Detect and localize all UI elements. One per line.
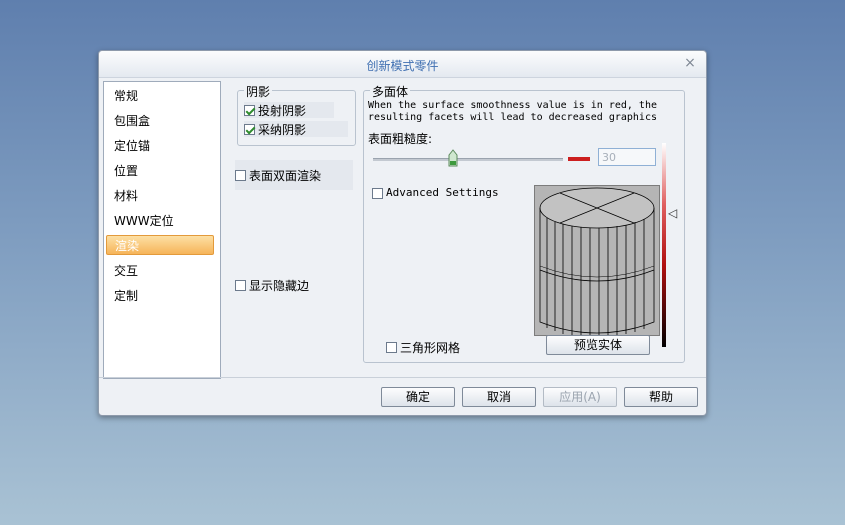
gradient-marker-icon: ◁	[668, 206, 678, 220]
triangle-mesh-label: 三角形网格	[400, 340, 461, 355]
smoothness-gradient-bar	[662, 143, 666, 347]
cancel-button[interactable]: 取消	[462, 387, 536, 407]
nav-item-custom[interactable]: 定制	[106, 286, 214, 306]
hidden-edges-label: 显示隐藏边	[249, 278, 310, 293]
nav-item-material[interactable]: 材料	[106, 186, 214, 206]
roughness-slider-thumb[interactable]	[448, 149, 458, 167]
footer-separator	[99, 377, 706, 378]
dialog-title: 创新模式零件	[366, 59, 439, 73]
help-button[interactable]: 帮助	[624, 387, 698, 407]
polyhedron-group: 多面体 When the surface smoothness value is…	[363, 83, 685, 363]
nav-item-interaction[interactable]: 交互	[106, 261, 214, 281]
nav-item-bounding-box[interactable]: 包围盒	[106, 111, 214, 131]
nav-item-anchor[interactable]: 定位锚	[106, 136, 214, 156]
advanced-settings-option[interactable]: Advanced Settings	[372, 185, 499, 201]
cast-shadow-checkbox[interactable]	[244, 105, 255, 116]
dialog-window: 创新模式零件 × 常规 包围盒 定位锚 位置 材料 WWW定位 渲染 交互 定制…	[98, 50, 707, 416]
roughness-red-indicator	[568, 157, 590, 161]
nav-item-www-locate[interactable]: WWW定位	[106, 211, 214, 231]
polyhedron-legend: 多面体	[370, 83, 411, 100]
advanced-settings-checkbox[interactable]	[372, 187, 383, 199]
roughness-value-field[interactable]	[598, 148, 656, 166]
roughness-label: 表面粗糙度:	[368, 132, 433, 146]
receive-shadow-label: 采纳阴影	[258, 122, 307, 137]
hidden-edges-option[interactable]: 显示隐藏边	[235, 277, 309, 293]
render-panel: 阴影 投射阴影 采纳阴影 表面双面渲染 显示隐藏边 多面体 When the s…	[221, 81, 703, 377]
hidden-edges-checkbox[interactable]	[235, 280, 246, 291]
double-sided-option[interactable]: 表面双面渲染	[235, 167, 321, 183]
nav-item-general[interactable]: 常规	[106, 86, 214, 106]
nav-item-position[interactable]: 位置	[106, 161, 214, 181]
receive-shadow-checkbox[interactable]	[244, 124, 255, 135]
preview-solid-button[interactable]: 预览实体	[546, 335, 650, 355]
shadow-legend: 阴影	[244, 83, 273, 100]
advanced-settings-label: Advanced Settings	[386, 186, 499, 199]
roughness-slider-track[interactable]	[373, 158, 563, 161]
close-icon[interactable]: ×	[683, 55, 697, 71]
title-bar[interactable]: 创新模式零件 ×	[99, 51, 706, 78]
category-list: 常规 包围盒 定位锚 位置 材料 WWW定位 渲染 交互 定制	[103, 81, 221, 379]
receive-shadow-option[interactable]: 采纳阴影	[244, 121, 348, 137]
ok-button[interactable]: 确定	[381, 387, 455, 407]
triangle-mesh-checkbox[interactable]	[386, 342, 397, 353]
shadow-group: 阴影 投射阴影 采纳阴影	[237, 83, 356, 146]
triangle-mesh-option[interactable]: 三角形网格	[386, 339, 460, 355]
nav-item-render[interactable]: 渲染	[106, 235, 214, 255]
solid-preview	[534, 185, 660, 336]
double-sided-label: 表面双面渲染	[249, 168, 322, 183]
apply-button[interactable]: 应用(A)	[543, 387, 617, 407]
double-sided-checkbox[interactable]	[235, 170, 246, 181]
cast-shadow-option[interactable]: 投射阴影	[244, 102, 334, 118]
smoothness-warning: When the surface smoothness value is in …	[368, 100, 657, 123]
cast-shadow-label: 投射阴影	[258, 103, 307, 118]
